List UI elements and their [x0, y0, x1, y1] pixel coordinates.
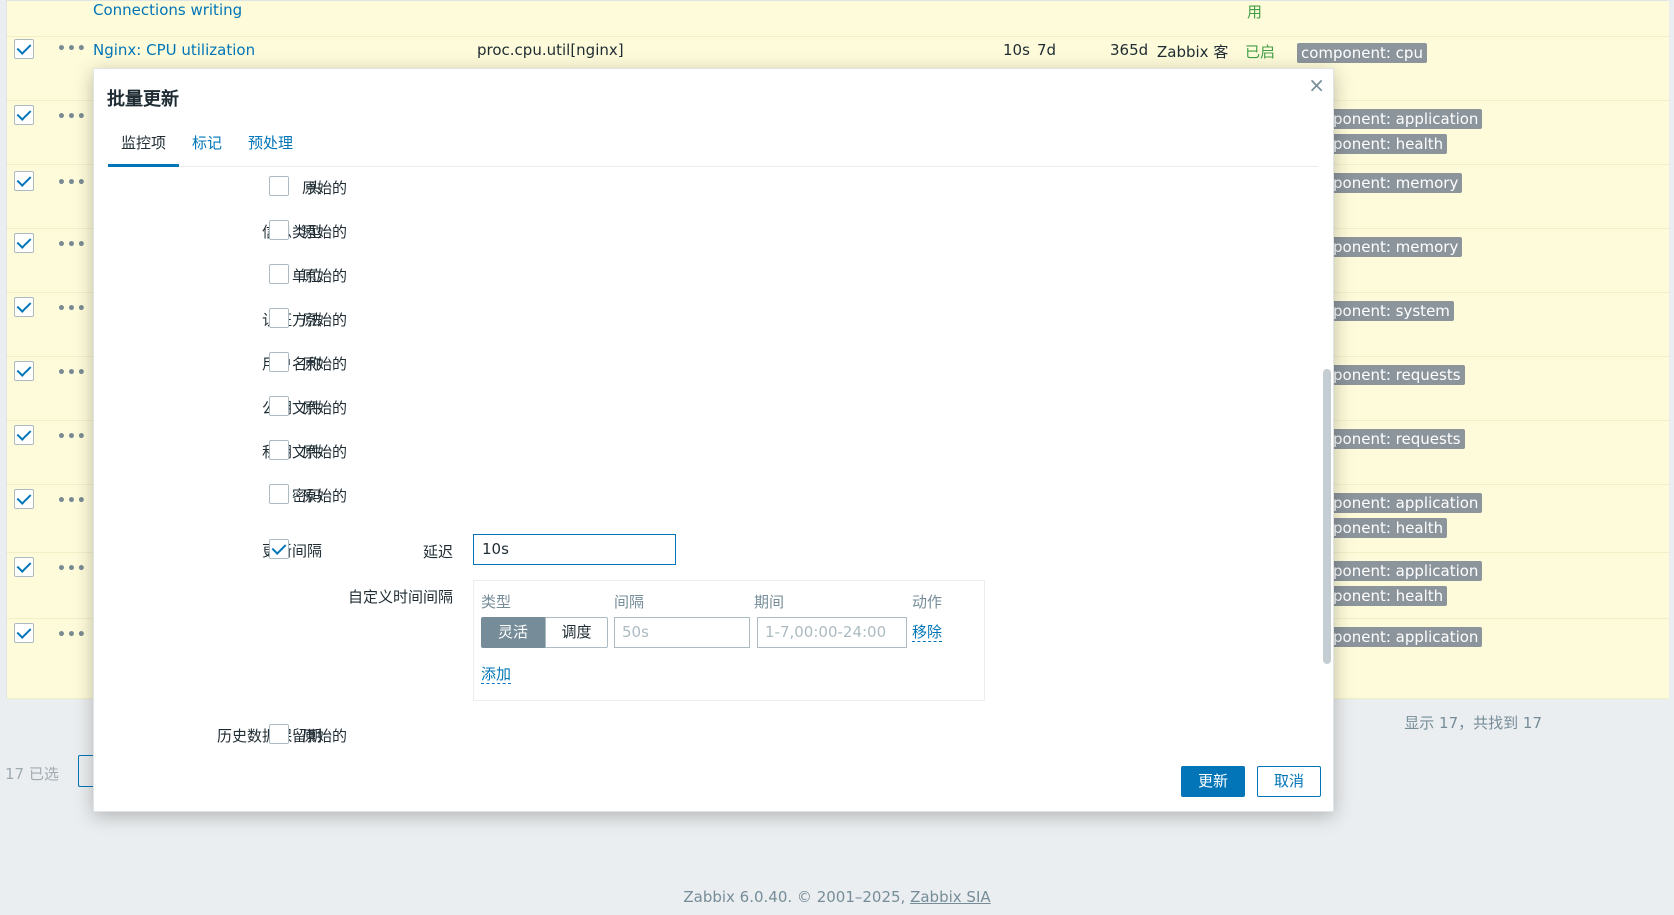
row-actions-icon[interactable]: •••	[57, 365, 87, 381]
add-link[interactable]: 添加	[481, 665, 512, 684]
tab-preprocessing[interactable]: 预处理	[248, 133, 293, 167]
row-checkbox[interactable]	[14, 361, 34, 381]
item-name-link[interactable]: Connections writing	[93, 1, 242, 19]
checkbox-headers[interactable]	[269, 176, 289, 196]
checkbox-private-key[interactable]	[269, 440, 289, 460]
row-checkbox[interactable]	[14, 425, 34, 445]
checkbox-units[interactable]	[269, 264, 289, 284]
item-type: Zabbix 客	[1157, 43, 1229, 61]
row-actions-icon[interactable]: •••	[57, 109, 87, 125]
field-value-username: 原始的	[302, 355, 348, 373]
field-value-units: 原始的	[302, 267, 348, 285]
row-actions-icon[interactable]: •••	[57, 301, 87, 317]
field-value-auth-method: 原始的	[302, 311, 348, 329]
selected-count: 17 已选	[5, 765, 59, 783]
status-partial: 用	[1247, 3, 1263, 21]
copyright: Zabbix 6.0.40. © 2001–2025, Zabbix SIA	[0, 888, 1674, 906]
tab-items[interactable]: 监控项	[108, 133, 180, 167]
item-key: proc.cpu.util[nginx]	[477, 41, 624, 59]
checkbox-username[interactable]	[269, 352, 289, 372]
tab-bar: 监控项 标记 预处理	[108, 133, 1318, 167]
item-history: 7d	[1037, 41, 1057, 59]
checkbox-update-interval[interactable]	[269, 539, 289, 559]
update-button[interactable]: 更新	[1181, 766, 1245, 797]
checkbox-public-key[interactable]	[269, 396, 289, 416]
cancel-button[interactable]: 取消	[1257, 766, 1321, 797]
row-checkbox[interactable]	[14, 39, 34, 59]
row-checkbox[interactable]	[14, 489, 34, 509]
item-status[interactable]: 已启	[1245, 41, 1275, 62]
checkbox-info-type[interactable]	[269, 220, 289, 240]
row-actions-icon[interactable]: •••	[57, 237, 87, 253]
col-header-action: 动作	[912, 593, 943, 611]
period-input[interactable]: 1-7,00:00-24:00	[757, 617, 907, 648]
checkbox-password[interactable]	[269, 484, 289, 504]
custom-intervals-table: 类型 间隔 期间 动作 灵活 调度 50s 1-7,00:00-24:00 移除…	[473, 580, 985, 701]
mass-update-dialog: × 批量更新 监控项 标记 预处理 头 原始的 信息类型 原始的 单位 原始的 …	[93, 68, 1334, 812]
tab-tags[interactable]: 标记	[192, 133, 222, 167]
field-value-history: 原始的	[302, 727, 348, 745]
checkbox-auth-method[interactable]	[269, 308, 289, 328]
row-actions-icon[interactable]: •••	[57, 41, 87, 57]
field-value-private-key: 原始的	[302, 443, 348, 461]
row-checkbox[interactable]	[14, 557, 34, 577]
checkbox-history[interactable]	[269, 724, 289, 744]
dialog-title: 批量更新	[107, 89, 179, 110]
row-checkbox[interactable]	[14, 623, 34, 643]
delay-label: 延迟	[422, 543, 453, 561]
col-header-type: 类型	[481, 593, 512, 611]
field-value-headers: 原始的	[302, 179, 348, 197]
field-value-info-type: 原始的	[302, 223, 348, 241]
remove-link[interactable]: 移除	[912, 623, 943, 642]
row-actions-icon[interactable]: •••	[57, 561, 87, 577]
tag-badge: component: cpu	[1297, 43, 1427, 63]
row-checkbox[interactable]	[14, 233, 34, 253]
row-checkbox[interactable]	[14, 171, 34, 191]
scrollbar-thumb[interactable]	[1323, 369, 1331, 664]
row-actions-icon[interactable]: •••	[57, 175, 87, 191]
delay-input[interactable]: 10s	[473, 534, 676, 565]
row-actions-icon[interactable]: •••	[57, 429, 87, 445]
item-name-link[interactable]: Nginx: CPU utilization	[93, 41, 255, 59]
table-row: Connections writing 用	[7, 1, 1669, 37]
interval-input[interactable]: 50s	[614, 617, 750, 648]
row-actions-icon[interactable]: •••	[57, 627, 87, 643]
row-checkbox[interactable]	[14, 297, 34, 317]
type-flexible-button[interactable]: 灵活	[481, 617, 545, 648]
col-header-interval: 间隔	[614, 593, 645, 611]
item-trends: 365d	[1110, 41, 1149, 59]
copyright-link[interactable]: Zabbix SIA	[910, 888, 991, 906]
row-checkbox[interactable]	[14, 105, 34, 125]
close-icon[interactable]: ×	[1308, 73, 1325, 97]
field-value-password: 原始的	[302, 487, 348, 505]
custom-intervals-label: 自定义时间间隔	[347, 588, 453, 606]
result-count: 显示 17，共找到 17	[1404, 714, 1542, 732]
field-value-public-key: 原始的	[302, 399, 348, 417]
col-header-period: 期间	[754, 593, 785, 611]
item-interval: 10s	[1003, 41, 1030, 59]
row-actions-icon[interactable]: •••	[57, 493, 87, 509]
scrollbar[interactable]	[1323, 169, 1333, 759]
type-scheduling-button[interactable]: 调度	[545, 617, 608, 648]
copyright-text: Zabbix 6.0.40. © 2001–2025,	[683, 888, 911, 906]
